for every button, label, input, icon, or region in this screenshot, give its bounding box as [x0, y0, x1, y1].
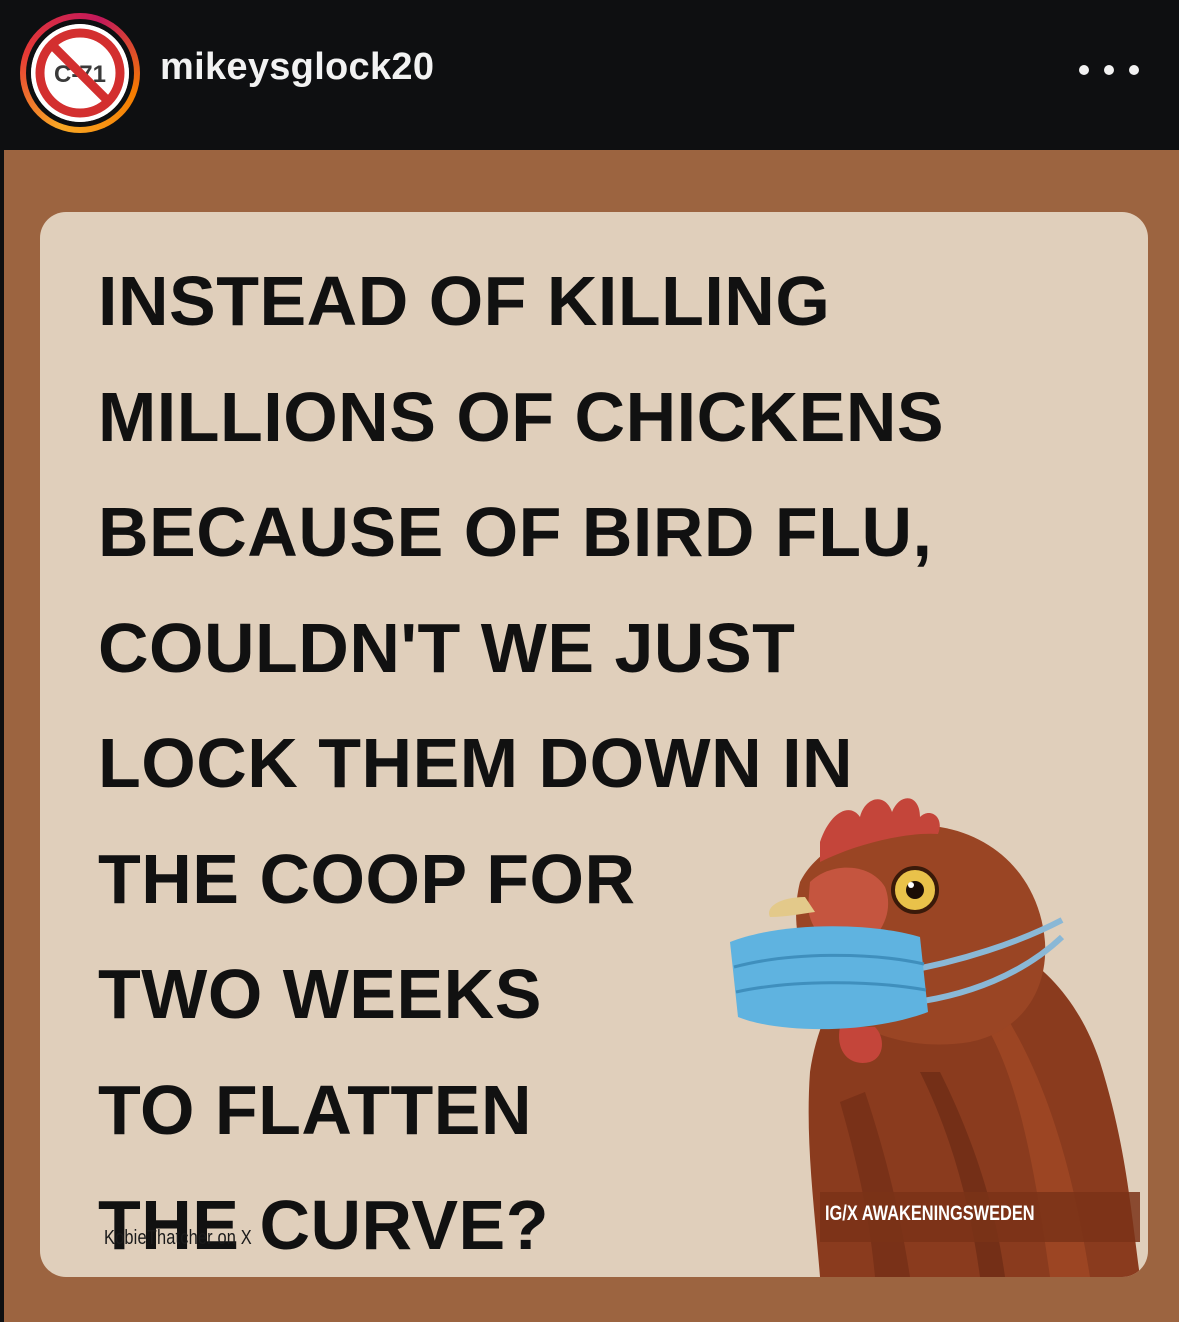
credit-right: IG/X AWAKENINGSWEDEN [825, 1202, 1035, 1225]
credit-left: KobieThatcher on X [104, 1227, 252, 1249]
avatar-story-ring[interactable]: C-71 [20, 13, 140, 133]
headline-line: COULDN'T WE JUST [98, 608, 796, 687]
post-header: C-71 mikeysglock20 [0, 0, 1179, 150]
more-options-button[interactable] [1079, 55, 1139, 85]
headline-line: BECAUSE OF BIRD FLU, [98, 493, 933, 571]
meme-card: INSTEAD OF KILLING MILLIONS OF CHICKENS … [40, 212, 1148, 1277]
no-c71-logo-icon: C-71 [31, 24, 129, 122]
post-image[interactable]: INSTEAD OF KILLING MILLIONS OF CHICKENS … [4, 150, 1179, 1322]
headline-line: INSTEAD OF KILLING [98, 262, 831, 340]
avatar[interactable]: C-71 [31, 24, 129, 122]
username[interactable]: mikeysglock20 [160, 46, 434, 89]
headline-line: MILLIONS OF CHICKENS [98, 377, 945, 456]
ellipsis-icon [1079, 65, 1089, 75]
